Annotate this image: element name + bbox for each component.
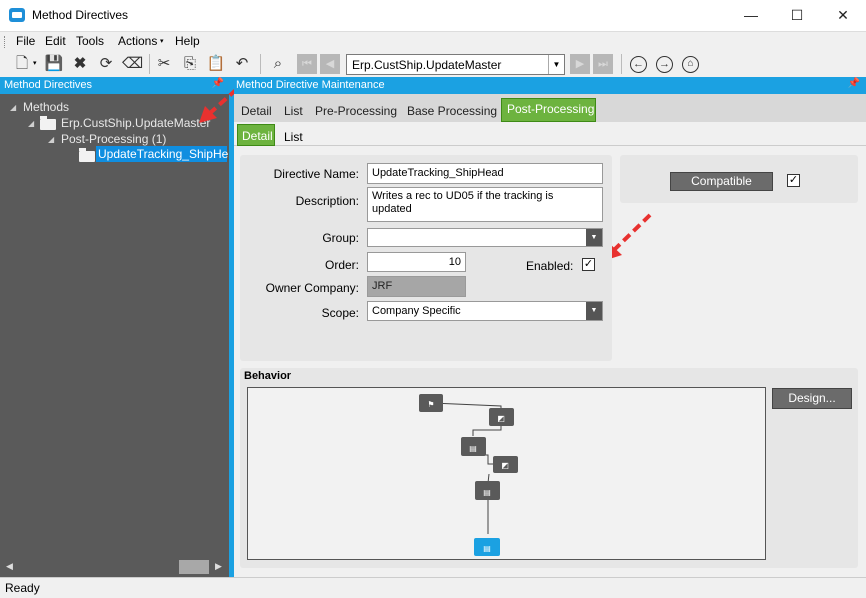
toolbar-separator [149, 54, 150, 74]
scope-value: Company Specific [372, 305, 461, 317]
menu-grip [4, 36, 7, 48]
close-button[interactable]: ✕ [820, 0, 866, 32]
undo-icon[interactable]: ↶ [232, 54, 252, 74]
behavior-title: Behavior [244, 370, 292, 382]
left-panel-title: Method Directives [4, 79, 93, 91]
workflow-diagram: ⚑ ◩ ▤ ◩ ▤ ▤ [419, 394, 518, 556]
compatible-button[interactable]: Compatible [670, 172, 773, 191]
enabled-checkbox[interactable]: ✓ [582, 258, 595, 271]
menu-help[interactable]: Help [175, 34, 200, 50]
tab-base-processing[interactable]: Base Processing [407, 104, 497, 118]
menu-edit[interactable]: Edit [45, 34, 66, 50]
last-record-icon[interactable]: ⏭ [593, 54, 613, 74]
toolbar-separator [621, 54, 622, 74]
owner-company-label: Owner Company: [265, 281, 359, 295]
directive-name-value: UpdateTracking_ShipHead [372, 167, 504, 179]
first-record-icon[interactable]: ⏮ [297, 54, 317, 74]
order-value: 10 [448, 256, 461, 268]
scope-dropdown[interactable]: Company Specific ▼ [367, 301, 603, 321]
next-record-icon[interactable]: ▶ [570, 54, 590, 74]
menu-actions[interactable]: Actions [118, 34, 157, 50]
svg-text:⚑: ⚑ [427, 400, 434, 409]
status-text: Ready [5, 581, 40, 595]
sub-tab-strip [234, 122, 866, 146]
owner-company-value: JRF [372, 280, 393, 292]
description-label: Description: [295, 194, 359, 208]
right-panel-header: Method Directive Maintenance 📌 [234, 77, 866, 94]
scroll-left-icon[interactable]: ◀ [6, 561, 13, 572]
tree-item-post-processing[interactable]: Post-Processing (1) [61, 132, 166, 146]
tab-post-processing[interactable]: Post-Processing [501, 98, 596, 122]
collapse-icon[interactable]: ◢ [48, 135, 54, 144]
enabled-label: Enabled: [526, 259, 574, 273]
clear-icon[interactable]: ⌫ [122, 54, 143, 74]
compatible-checkbox[interactable]: ✓ [787, 174, 800, 187]
delete-icon[interactable]: ✖ [70, 54, 90, 74]
svg-text:▤: ▤ [483, 488, 491, 497]
description-field[interactable]: Writes a rec to UD05 if the tracking is … [367, 187, 603, 222]
owner-company-field: JRF [367, 276, 466, 297]
cut-icon[interactable]: ✂ [154, 54, 174, 74]
tree-item-method[interactable]: Erp.CustShip.UpdateMaster [61, 116, 210, 130]
tree-item-methods[interactable]: Methods [23, 100, 69, 114]
directive-name-label: Directive Name: [273, 167, 359, 181]
minimize-button[interactable]: — [728, 0, 774, 32]
folder-icon [40, 116, 56, 130]
panel-splitter[interactable] [229, 77, 234, 577]
refresh-icon[interactable]: ⟳ [96, 54, 116, 74]
menu-tools[interactable]: Tools [76, 34, 104, 50]
svg-text:▤: ▤ [469, 444, 477, 453]
save-icon[interactable]: 💾 [44, 54, 64, 74]
design-button[interactable]: Design... [772, 388, 852, 409]
right-panel-title: Method Directive Maintenance [236, 79, 385, 91]
svg-text:▤: ▤ [483, 544, 491, 553]
home-icon[interactable]: ⌂ [682, 56, 699, 73]
svg-text:◩: ◩ [501, 461, 509, 470]
collapse-icon[interactable]: ◢ [28, 119, 34, 128]
directive-name-field[interactable]: UpdateTracking_ShipHead [367, 163, 603, 184]
tab-pre-processing[interactable]: Pre-Processing [315, 104, 397, 118]
group-dropdown[interactable]: ▼ [367, 228, 603, 247]
new-dropdown-icon[interactable]: ▾ [33, 59, 37, 67]
actions-dropdown-icon: ▾ [160, 38, 164, 45]
behavior-diagram[interactable]: ⚑ ◩ ▤ ◩ ▤ ▤ [247, 387, 766, 560]
tab-list[interactable]: List [284, 104, 303, 118]
tab-detail[interactable]: Detail [241, 104, 272, 118]
navigation-combo[interactable]: Erp.CustShip.UpdateMaster ▼ [346, 54, 565, 75]
folder-icon [79, 148, 95, 162]
chevron-down-icon[interactable]: ▼ [548, 55, 564, 74]
order-label: Order: [324, 258, 359, 272]
scope-label: Scope: [321, 306, 359, 320]
chevron-down-icon[interactable]: ▼ [586, 302, 602, 320]
pin-icon[interactable]: 📌 [848, 78, 860, 89]
status-bar [0, 577, 866, 598]
subtab-detail[interactable]: Detail [237, 124, 275, 146]
chevron-down-icon[interactable]: ▼ [586, 229, 602, 246]
paste-icon[interactable]: 📋 [206, 54, 226, 74]
svg-text:◩: ◩ [497, 414, 505, 423]
previous-record-icon[interactable]: ◀ [320, 54, 340, 74]
order-field[interactable]: 10 [367, 252, 466, 272]
tree-panel [0, 94, 230, 577]
menu-file[interactable]: File [16, 34, 35, 50]
tree-item-directive-label: UpdateTracking_ShipHe [98, 147, 229, 161]
navigation-value: Erp.CustShip.UpdateMaster [352, 58, 502, 72]
scroll-right-icon[interactable]: ▶ [215, 561, 222, 572]
back-icon[interactable]: ← [630, 56, 647, 73]
maximize-button[interactable]: ☐ [774, 0, 820, 32]
description-value: Writes a rec to UD05 if the tracking is … [372, 190, 554, 215]
new-icon[interactable]: 🗋 [12, 54, 32, 74]
app-icon [9, 8, 25, 22]
scrollbar-thumb[interactable] [179, 560, 209, 574]
window-title: Method Directives [32, 8, 129, 22]
subtab-list[interactable]: List [284, 130, 303, 144]
toolbar-separator [260, 54, 261, 74]
group-label: Group: [322, 231, 359, 245]
tree-item-directive[interactable]: UpdateTracking_ShipHe [96, 146, 229, 162]
copy-icon[interactable]: ⎘ [180, 54, 200, 74]
binoculars-icon[interactable]: ⌕ [268, 54, 288, 74]
forward-icon[interactable]: → [656, 56, 673, 73]
collapse-icon[interactable]: ◢ [10, 103, 16, 112]
